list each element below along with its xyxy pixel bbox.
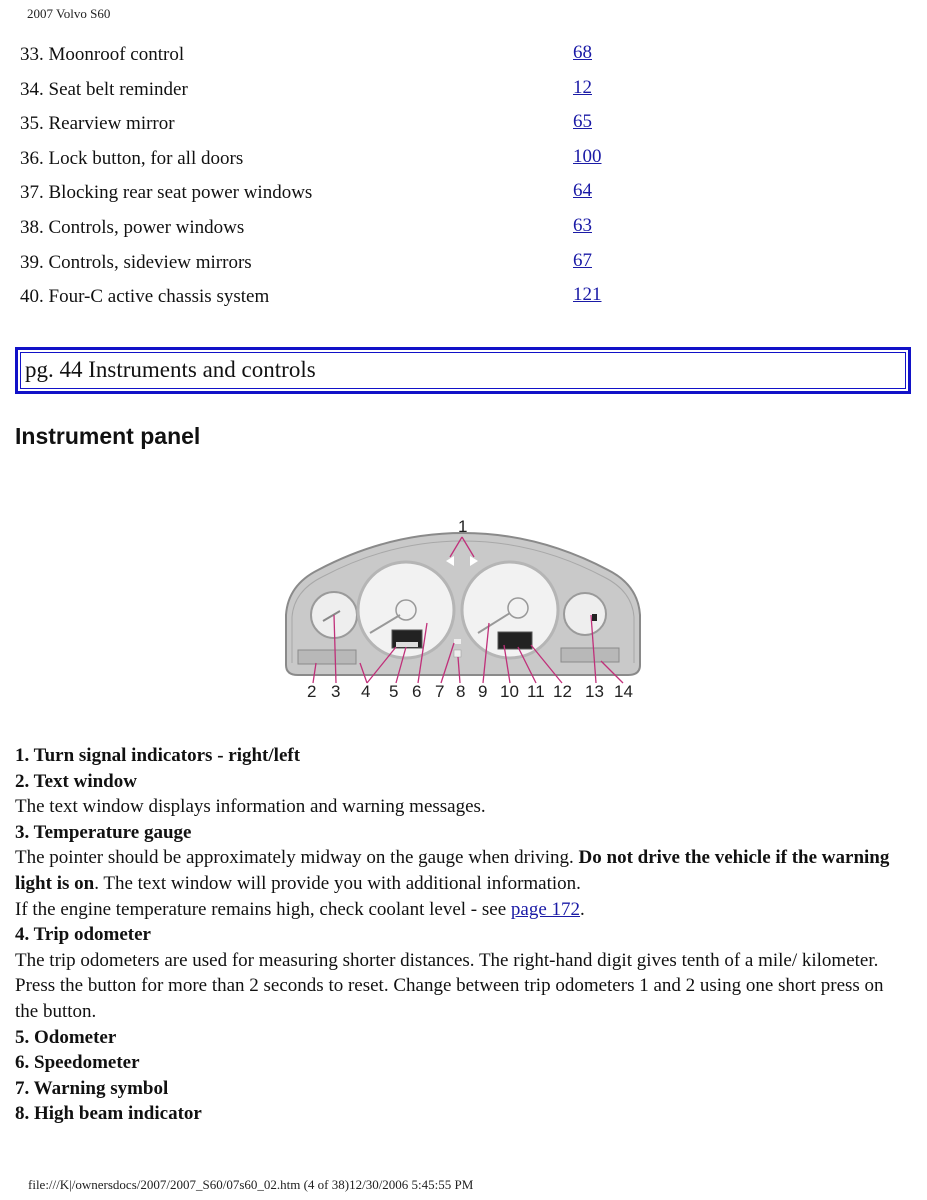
item-title: 3. Temperature gauge (15, 821, 192, 843)
callout-label: 9 (478, 682, 487, 701)
toc-item-label: 37. Blocking rear seat power windows (20, 182, 313, 204)
toc-item-label: 35. Rearview mirror (20, 113, 175, 135)
trip-display (497, 631, 533, 650)
section-title: pg. 44 Instruments and controls (20, 352, 906, 389)
callout-label: 10 (500, 682, 519, 701)
item-title: 6. Speedometer (15, 1052, 140, 1074)
item-descriptions: 1. Turn signal indicators - right/left 2… (15, 743, 905, 1127)
toc-item: 39. Controls, sideview mirrors 67 (20, 250, 640, 285)
callout-label: 7 (435, 682, 444, 701)
callout-label: 3 (331, 682, 340, 701)
item-text: The pointer should be approximately midw… (15, 847, 890, 920)
warning-symbol-icon (454, 639, 461, 644)
callout-label: 6 (412, 682, 421, 701)
toc-page-link[interactable]: 121 (573, 284, 602, 306)
item-title: 5. Odometer (15, 1026, 117, 1048)
toc-item: 34. Seat belt reminder 12 (20, 77, 640, 112)
callout-label: 13 (585, 682, 604, 701)
toc-item: 38. Controls, power windows 63 (20, 215, 640, 250)
section-heading: Instrument panel (15, 423, 201, 449)
fuel-gauge (563, 592, 607, 636)
callout-label: 1 (458, 517, 467, 536)
toc-item-label: 33. Moonroof control (20, 44, 185, 65)
toc-page-link[interactable]: 68 (573, 42, 592, 64)
toc-list: 33. Moonroof control 68 34. Seat belt re… (20, 42, 640, 319)
toc-item: 33. Moonroof control 68 (20, 42, 640, 77)
toc-item-label: 38. Controls, power windows (20, 216, 245, 238)
callout-label: 4 (361, 682, 370, 701)
section-title-box: pg. 44 Instruments and controls (15, 347, 911, 394)
item-title: 4. Trip odometer (15, 924, 151, 946)
callout-label: 14 (614, 682, 633, 701)
callout-label: 11 (527, 682, 545, 701)
item-title: 2. Text window (15, 770, 137, 792)
item-text: The trip odometers are used for measurin… (15, 949, 884, 1022)
toc-page-link[interactable]: 63 (573, 215, 592, 237)
item-title: 1. Turn signal indicators - right/left (15, 745, 301, 766)
high-beam-icon (453, 649, 462, 658)
callout-label: 2 (307, 682, 316, 701)
document-header-title: 2007 Volvo S60 (27, 6, 111, 21)
page-172-link[interactable]: page 172 (511, 899, 580, 920)
toc-page-link[interactable]: 64 (573, 180, 592, 202)
toc-page-link[interactable]: 65 (573, 111, 592, 133)
item-title: 7. Warning symbol (15, 1077, 169, 1099)
item-title: 8. High beam indicator (15, 1103, 202, 1125)
text-window-left (297, 649, 357, 665)
toc-item-label: 34. Seat belt reminder (20, 78, 188, 100)
toc-item-label: 40. Four-C active chassis system (20, 286, 270, 308)
toc-item: 37. Blocking rear seat power windows 64 (20, 180, 640, 215)
toc-item: 40. Four-C active chassis system 121 (20, 284, 640, 319)
callout-label: 12 (553, 682, 572, 701)
callout-label: 8 (456, 682, 465, 701)
item-text: The text window displays information and… (15, 796, 486, 818)
toc-item: 35. Rearview mirror 65 (20, 111, 640, 146)
toc-item: 36. Lock button, for all doors 100 (20, 146, 640, 181)
callout-label: 5 (389, 682, 398, 701)
toc-item-label: 39. Controls, sideview mirrors (20, 251, 252, 273)
toc-page-link[interactable]: 67 (573, 250, 592, 272)
toc-item-label: 36. Lock button, for all doors (20, 147, 244, 169)
text-window-right (560, 647, 620, 663)
instrument-panel-diagram: 1 2 3 4 5 6 7 8 9 10 11 12 13 14 (285, 517, 641, 701)
document-footer: file:///K|/ownersdocs/2007/2007_S60/07s6… (28, 1177, 474, 1192)
toc-page-link[interactable]: 100 (573, 146, 602, 168)
toc-page-link[interactable]: 12 (573, 77, 592, 99)
